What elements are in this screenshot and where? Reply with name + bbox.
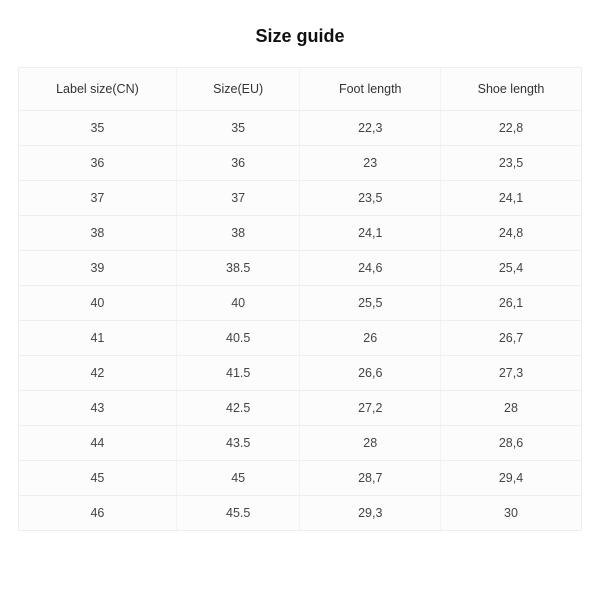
- table-cell: 28: [440, 391, 581, 426]
- table-cell: 27,3: [440, 356, 581, 391]
- table-cell: 24,6: [300, 251, 441, 286]
- table-cell: 45.5: [176, 496, 300, 531]
- table-cell: 38: [176, 216, 300, 251]
- table-row: 4342.527,228: [19, 391, 581, 426]
- table-cell: 36: [176, 146, 300, 181]
- table-cell: 41: [19, 321, 176, 356]
- table-row: 4241.526,627,3: [19, 356, 581, 391]
- table-cell: 26,6: [300, 356, 441, 391]
- table-cell: 42: [19, 356, 176, 391]
- table-cell: 38: [19, 216, 176, 251]
- col-header-size-eu: Size(EU): [176, 68, 300, 111]
- table-cell: 37: [176, 181, 300, 216]
- table-cell: 38.5: [176, 251, 300, 286]
- size-table-container: Label size(CN) Size(EU) Foot length Shoe…: [18, 67, 582, 531]
- table-cell: 40.5: [176, 321, 300, 356]
- table-row: 3938.524,625,4: [19, 251, 581, 286]
- table-cell: 27,2: [300, 391, 441, 426]
- table-row: 353522,322,8: [19, 111, 581, 146]
- table-cell: 46: [19, 496, 176, 531]
- table-row: 4140.52626,7: [19, 321, 581, 356]
- table-row: 454528,729,4: [19, 461, 581, 496]
- table-cell: 44: [19, 426, 176, 461]
- table-cell: 40: [176, 286, 300, 321]
- table-cell: 30: [440, 496, 581, 531]
- table-row: 4443.52828,6: [19, 426, 581, 461]
- col-header-foot-length: Foot length: [300, 68, 441, 111]
- size-table: Label size(CN) Size(EU) Foot length Shoe…: [19, 68, 581, 530]
- table-row: 373723,524,1: [19, 181, 581, 216]
- table-row: 36362323,5: [19, 146, 581, 181]
- table-cell: 26,1: [440, 286, 581, 321]
- table-cell: 26,7: [440, 321, 581, 356]
- table-cell: 35: [19, 111, 176, 146]
- table-cell: 43.5: [176, 426, 300, 461]
- table-row: 404025,526,1: [19, 286, 581, 321]
- table-cell: 23,5: [440, 146, 581, 181]
- table-cell: 29,4: [440, 461, 581, 496]
- table-cell: 45: [19, 461, 176, 496]
- table-cell: 41.5: [176, 356, 300, 391]
- table-cell: 25,5: [300, 286, 441, 321]
- table-cell: 23,5: [300, 181, 441, 216]
- table-header: Label size(CN) Size(EU) Foot length Shoe…: [19, 68, 581, 111]
- table-cell: 25,4: [440, 251, 581, 286]
- table-cell: 28,6: [440, 426, 581, 461]
- table-row: 383824,124,8: [19, 216, 581, 251]
- table-cell: 35: [176, 111, 300, 146]
- table-cell: 28: [300, 426, 441, 461]
- table-cell: 29,3: [300, 496, 441, 531]
- table-body: 353522,322,836362323,5373723,524,1383824…: [19, 111, 581, 531]
- table-cell: 36: [19, 146, 176, 181]
- table-cell: 22,3: [300, 111, 441, 146]
- table-cell: 42.5: [176, 391, 300, 426]
- table-cell: 37: [19, 181, 176, 216]
- table-cell: 24,8: [440, 216, 581, 251]
- page-title: Size guide: [0, 0, 600, 67]
- table-cell: 23: [300, 146, 441, 181]
- table-cell: 40: [19, 286, 176, 321]
- table-cell: 26: [300, 321, 441, 356]
- table-cell: 39: [19, 251, 176, 286]
- table-cell: 28,7: [300, 461, 441, 496]
- table-cell: 24,1: [300, 216, 441, 251]
- table-row: 4645.529,330: [19, 496, 581, 531]
- col-header-label-size-cn: Label size(CN): [19, 68, 176, 111]
- table-cell: 22,8: [440, 111, 581, 146]
- col-header-shoe-length: Shoe length: [440, 68, 581, 111]
- table-cell: 43: [19, 391, 176, 426]
- table-cell: 24,1: [440, 181, 581, 216]
- table-cell: 45: [176, 461, 300, 496]
